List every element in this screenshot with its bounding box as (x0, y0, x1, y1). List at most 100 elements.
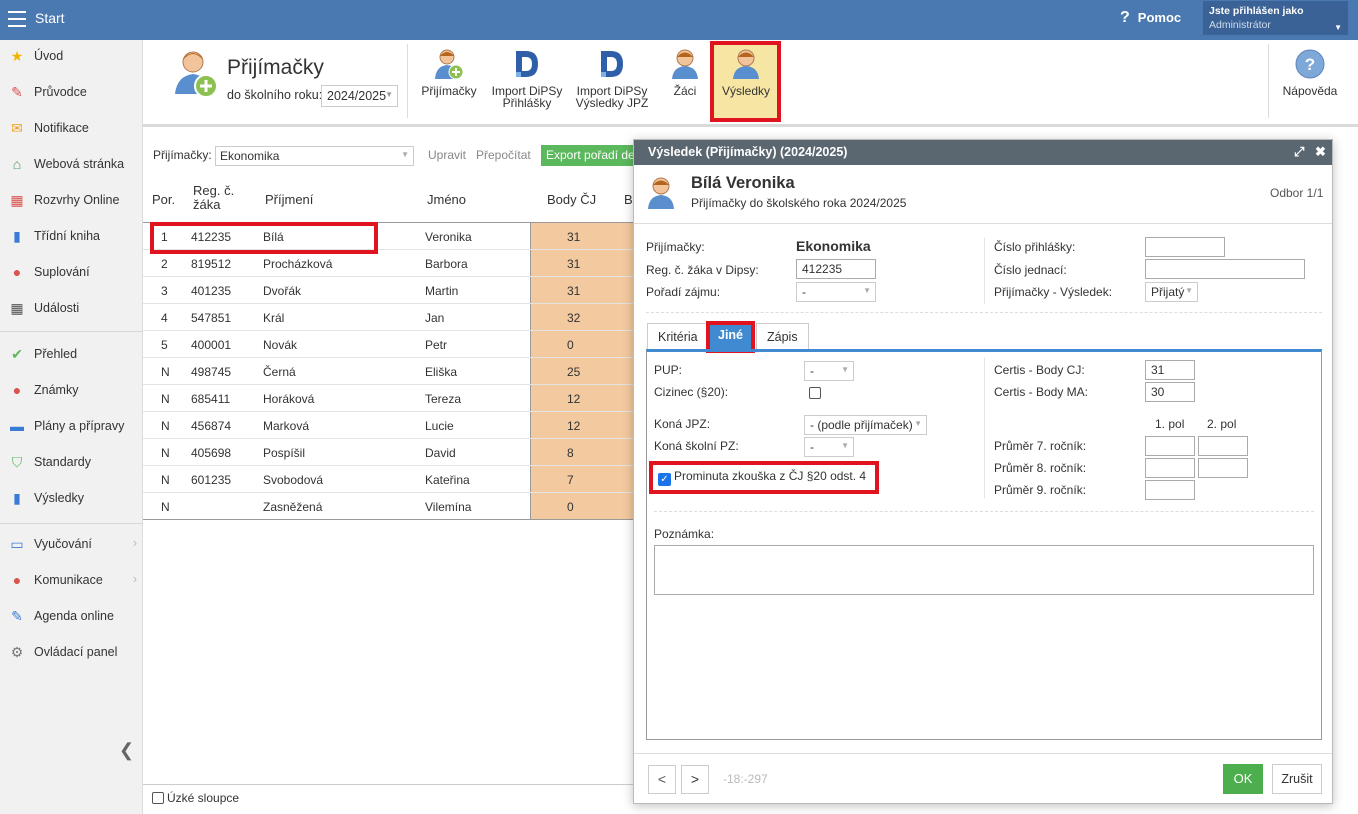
cell-body: 0 (567, 500, 574, 514)
col-header-b[interactable]: B (624, 192, 633, 207)
next-record-button[interactable]: > (681, 765, 709, 794)
sidebar-item-label: Suplování (34, 265, 90, 279)
cizinec-checkbox[interactable] (809, 387, 821, 399)
prepocitat-link[interactable]: Přepočítat (476, 148, 531, 162)
sidebar-item-label: Agenda online (34, 609, 114, 623)
chevron-down-icon: ▼ (841, 441, 849, 450)
vysledek-label: Přijímačky - Výsledek: (994, 285, 1113, 299)
vysledek-select[interactable]: Přijatý ▼ (1145, 282, 1198, 302)
cell-prijmeni: Procházková (263, 257, 333, 271)
cell-prijmeni: Horáková (263, 392, 315, 406)
poznamka-textarea[interactable] (654, 545, 1314, 595)
cell-jmeno: Eliška (425, 365, 458, 379)
table-row[interactable]: N 456874 Marková Lucie 12 (143, 412, 633, 439)
person-icon: ● (12, 264, 22, 280)
tab-zapis[interactable]: Zápis (756, 323, 809, 350)
prev-record-button[interactable]: < (648, 765, 676, 794)
cell-por: 3 (161, 284, 168, 298)
table-row[interactable]: N 405698 Pospíšil David 8 (143, 439, 633, 466)
certis-ma-input[interactable]: 30 (1145, 382, 1195, 402)
kona-jpz-select[interactable]: - (podle přijímaček) ▼ (804, 415, 927, 435)
kona-pz-select[interactable]: - ▼ (804, 437, 854, 457)
sidebar-item-2[interactable]: ✉ Notifikace (0, 110, 143, 146)
sidebar-item-4[interactable]: ▦ Rozvrhy Online (0, 182, 143, 218)
certis-cj-input[interactable]: 31 (1145, 360, 1195, 380)
col-header-reg[interactable]: Reg. č. žáka (193, 184, 234, 212)
sidebar-item-6[interactable]: ● Suplování (0, 254, 143, 290)
toolbar-vysledky-button[interactable]: Výsledky (717, 48, 775, 97)
hamburger-menu-icon[interactable] (8, 11, 26, 27)
upravit-link[interactable]: Upravit (428, 148, 466, 162)
import-dipsy-prihlasky-button[interactable]: Import DiPSy Přihlášky (489, 48, 565, 109)
maximize-icon[interactable]: ⤢ (1294, 144, 1304, 160)
sidebar-item-11[interactable]: ⛉ Standardy (0, 444, 143, 480)
school-year-select[interactable]: 2024/2025 ▼ (321, 85, 398, 107)
user-menu[interactable]: Jste přihlášen jako Administrátor ▼ (1203, 1, 1348, 35)
cislo-prihlasky-label: Číslo přihlášky: (994, 240, 1076, 254)
table-row[interactable]: N Zasněžená Vilemína 0 (143, 493, 633, 520)
dialog-title-bar[interactable]: Výsledek (Přijímačky) (2024/2025) ⤢ ✖ (634, 140, 1332, 165)
sidebar-item-13[interactable]: ▭ Vyučování › (0, 526, 143, 562)
list-filter-select[interactable]: Ekonomika ▼ (215, 146, 414, 166)
section-divider (646, 312, 1322, 313)
narrow-columns-checkbox[interactable]: Úzké sloupce (152, 791, 239, 805)
sidebar-item-5[interactable]: ▮ Třídní kniha (0, 218, 143, 254)
sidebar-item-12[interactable]: ▮ Výsledky (0, 480, 143, 516)
home-icon: ⌂ (12, 156, 22, 172)
import-dipsy-vysledky-button[interactable]: Import DiPSy Výsledky JPZ (574, 48, 650, 109)
tab-kriteria[interactable]: Kritéria (647, 323, 709, 350)
sidebar-item-15[interactable]: ✎ Agenda online (0, 598, 143, 634)
sidebar-item-10[interactable]: ▬ Plány a přípravy (0, 408, 143, 444)
sidebar-item-label: Standardy (34, 455, 91, 469)
col-header-jmeno[interactable]: Jméno (427, 192, 466, 207)
cell-prijmeni: Marková (263, 419, 310, 433)
sidebar-item-3[interactable]: ⌂ Webová stránka (0, 146, 143, 182)
poradi-select[interactable]: - ▼ (796, 282, 876, 302)
table-row[interactable]: N 601235 Svobodová Kateřina 7 (143, 466, 633, 493)
prumer7-pol1-input[interactable] (1145, 436, 1195, 456)
col-header-body-cj[interactable]: Body ČJ (547, 192, 596, 207)
cancel-button[interactable]: Zrušit (1272, 764, 1322, 794)
sidebar-item-16[interactable]: ⚙ Ovládací panel (0, 634, 143, 670)
cell-por: N (161, 446, 170, 460)
cell-reg: 547851 (191, 311, 232, 325)
sidebar-item-1[interactable]: ✎ Průvodce (0, 74, 143, 110)
sidebar-item-label: Komunikace (34, 573, 103, 587)
table-row[interactable]: N 685411 Horáková Tereza 12 (143, 385, 633, 412)
cell-reg: 685411 (191, 392, 231, 406)
help-button[interactable]: ? Nápověda (1281, 48, 1339, 97)
sidebar-item-8[interactable]: ✔ Přehled (0, 336, 143, 372)
close-icon[interactable]: ✖ (1315, 144, 1326, 160)
prumer9-pol1-input[interactable] (1145, 480, 1195, 500)
reg-input[interactable]: 412235 (796, 259, 876, 279)
narrow-columns-label: Úzké sloupce (167, 791, 240, 805)
table-row[interactable]: 2 819512 Procházková Barbora 31 (143, 250, 633, 277)
toolbar-prijimacky-button[interactable]: Přijímačky (421, 48, 477, 97)
table-row[interactable]: 5 400001 Novák Petr 0 (143, 331, 633, 358)
prumer8-pol1-input[interactable] (1145, 458, 1195, 478)
col-header-prijmeni[interactable]: Příjmení (265, 192, 313, 207)
table-row[interactable]: N 498745 Černá Eliška 25 (143, 358, 633, 385)
ok-button[interactable]: OK (1223, 764, 1263, 794)
sidebar-item-9[interactable]: ● Známky (0, 372, 143, 408)
sidebar-item-0[interactable]: ★ Úvod (0, 38, 143, 74)
prumer7-pol2-input[interactable] (1198, 436, 1248, 456)
checkbox-box[interactable] (152, 792, 164, 804)
cizinec-label: Cizinec (§20): (654, 385, 729, 399)
odbor-counter: Odbor 1/1 (1270, 186, 1324, 200)
table-row[interactable]: 4 547851 Král Jan 32 (143, 304, 633, 331)
help-link[interactable]: ? Pomoc (1120, 9, 1181, 27)
pup-select[interactable]: - ▼ (804, 361, 854, 381)
sidebar-item-label: Úvod (34, 49, 64, 63)
table-row[interactable]: 3 401235 Dvořák Martin 31 (143, 277, 633, 304)
sidebar-item-14[interactable]: ● Komunikace › (0, 562, 143, 598)
col-header-por[interactable]: Por. (152, 192, 175, 207)
prumer8-pol2-input[interactable] (1198, 458, 1248, 478)
cislo-prihlasky-input[interactable] (1145, 237, 1225, 257)
toolbar-zaci-button[interactable]: Žáci (665, 48, 705, 97)
export-order-button[interactable]: Export pořadí de (541, 145, 636, 166)
collapse-sidebar-icon[interactable]: ❮ (119, 740, 134, 761)
app-title[interactable]: Start (35, 10, 65, 26)
cislo-jednaci-input[interactable] (1145, 259, 1305, 279)
sidebar-item-7[interactable]: ▦ Události (0, 290, 143, 326)
